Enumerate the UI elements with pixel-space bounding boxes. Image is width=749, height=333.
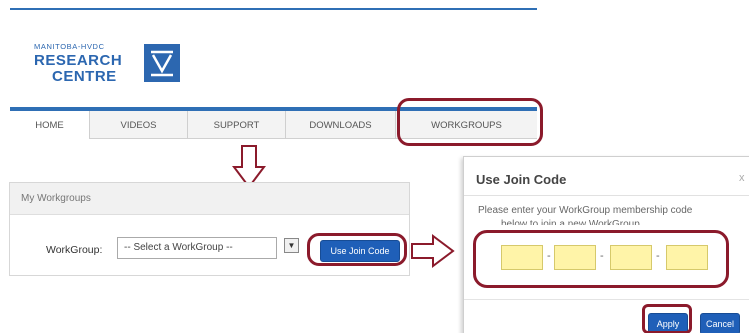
dialog-title: Use Join Code <box>476 172 567 187</box>
chevron-down-icon[interactable]: ▼ <box>284 238 299 253</box>
nav-videos[interactable]: VIDEOS <box>90 111 188 139</box>
logo-line1: MANITOBA-HVDC <box>34 42 105 51</box>
nav-home[interactable]: HOME <box>10 111 90 139</box>
highlight-join-button <box>307 233 407 266</box>
dialog-divider <box>464 195 749 196</box>
dialog-message: Please enter your WorkGroup membership c… <box>478 205 693 216</box>
cancel-button[interactable]: Cancel <box>700 313 740 333</box>
highlight-code-fields <box>473 230 729 288</box>
dialog-message-line2: below to join a new WorkGroup. <box>501 219 643 225</box>
panel-title: My Workgroups <box>10 183 409 215</box>
logo-line3: CENTRE <box>52 68 117 85</box>
nav-support[interactable]: SUPPORT <box>188 111 286 139</box>
logo-v-mark-icon <box>144 44 180 82</box>
workgroup-label: WorkGroup: <box>46 244 103 256</box>
header-top-line <box>10 8 537 10</box>
logo-line2: RESEARCH <box>34 52 123 69</box>
site-logo[interactable]: MANITOBA-HVDC RESEARCH CENTRE <box>34 42 184 92</box>
right-outline-arrow-icon <box>411 234 455 268</box>
highlight-workgroups <box>397 98 543 146</box>
workgroup-select[interactable]: -- Select a WorkGroup -- <box>117 237 277 259</box>
dialog-footer-divider <box>464 299 749 300</box>
nav-downloads[interactable]: DOWNLOADS <box>286 111 396 139</box>
highlight-apply-button <box>642 304 692 333</box>
close-icon[interactable]: x <box>739 172 745 184</box>
